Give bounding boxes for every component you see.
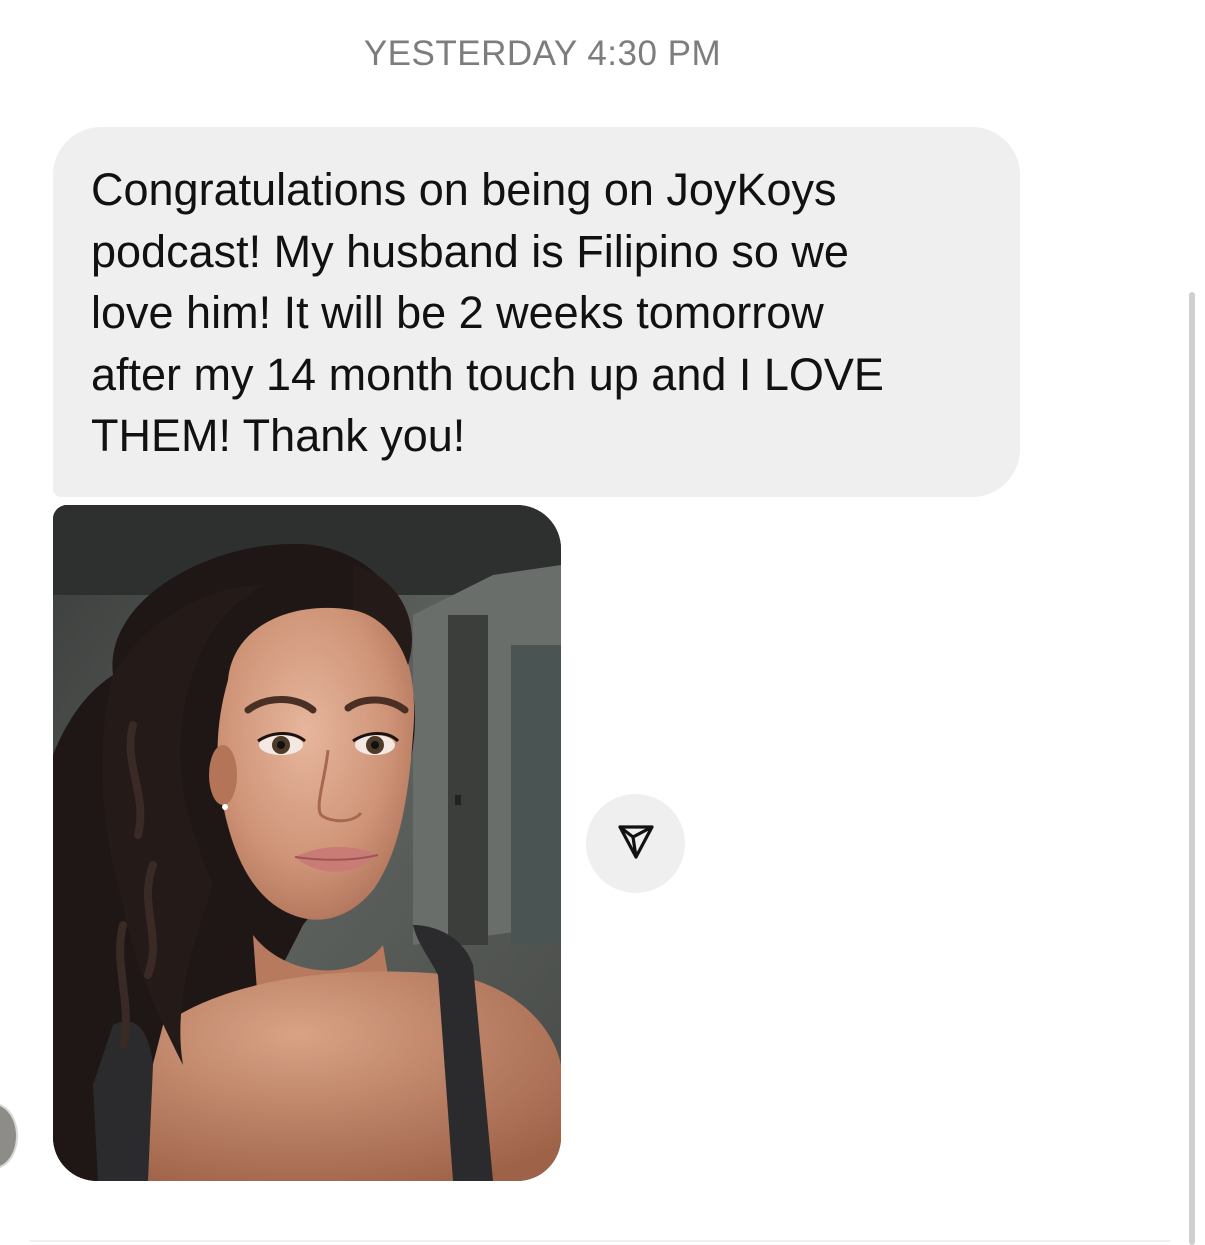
sender-avatar[interactable] <box>0 1103 18 1169</box>
message-timestamp: YESTERDAY 4:30 PM <box>363 34 722 73</box>
received-message-bubble[interactable]: Congratulations on being on JoyKoys podc… <box>53 127 1020 497</box>
paper-plane-icon <box>616 821 656 866</box>
scrollbar[interactable] <box>1189 292 1195 1245</box>
divider <box>30 1240 1170 1242</box>
selfie-photo-illustration <box>53 505 561 1181</box>
message-line: love him! It will be 2 weeks tomorrow <box>91 287 824 338</box>
message-line: Congratulations on being on JoyKoys <box>91 164 837 215</box>
shared-photo[interactable] <box>53 505 561 1181</box>
message-line: podcast! My husband is Filipino so we <box>91 225 849 277</box>
message-line: after my 14 month touch up and I LOVE <box>91 348 884 400</box>
share-button[interactable] <box>586 794 685 893</box>
message-line: THEM! Thank you! <box>91 410 466 461</box>
